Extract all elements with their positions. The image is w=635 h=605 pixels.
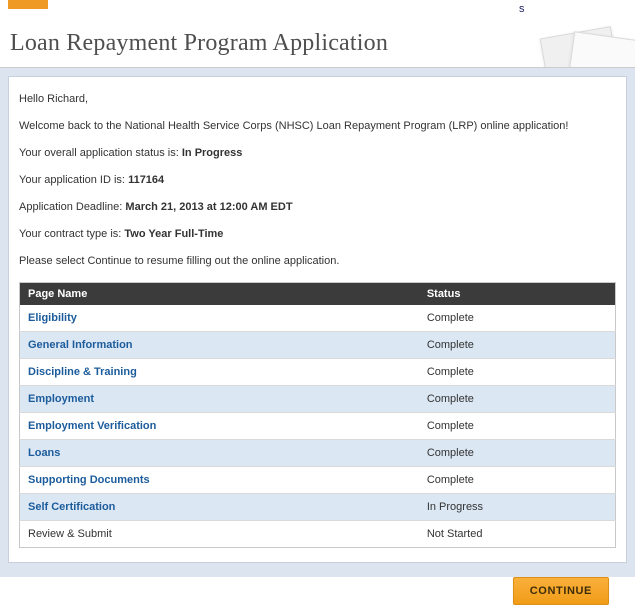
status-cell: Complete [419,440,616,467]
table-row: Review & Submit Not Started [20,521,616,548]
column-header-status: Status [419,283,616,306]
application-pages-table: Page Name Status Eligibility Complete Ge… [19,282,616,548]
page-label-review-submit: Review & Submit [28,528,112,540]
deadline-line: Application Deadline: March 21, 2013 at … [19,201,616,213]
top-left-accent-bar [8,0,48,9]
deadline-value: March 21, 2013 at 12:00 AM EDT [125,201,292,213]
application-id-label: Your application ID is: [19,174,125,186]
page-link-discipline-training[interactable]: Discipline & Training [28,366,137,378]
application-panel: Hello Richard, Welcome back to the Natio… [8,76,627,563]
greeting-text: Hello Richard, [19,93,616,105]
status-cell: Complete [419,305,616,332]
content-background: Hello Richard, Welcome back to the Natio… [0,68,635,577]
contract-type-value: Two Year Full-Time [124,228,223,240]
status-cell: Complete [419,386,616,413]
page-link-self-certification[interactable]: Self Certification [28,501,115,513]
contract-type-line: Your contract type is: Two Year Full-Tim… [19,228,616,240]
page-link-loans[interactable]: Loans [28,447,60,459]
application-id-line: Your application ID is: 117164 [19,174,616,186]
table-row: General Information Complete [20,332,616,359]
status-value: In Progress [182,147,243,159]
table-row: Loans Complete [20,440,616,467]
page-title: Loan Repayment Program Application [10,30,388,57]
page-link-eligibility[interactable]: Eligibility [28,312,77,324]
status-label: Your overall application status is: [19,147,179,159]
status-cell: Complete [419,413,616,440]
table-header: Page Name Status [20,283,616,306]
top-text: s [519,3,525,15]
instruction-text: Please select Continue to resume filling… [19,255,616,267]
status-line: Your overall application status is: In P… [19,147,616,159]
page-link-supporting-documents[interactable]: Supporting Documents [28,474,150,486]
table-row: Discipline & Training Complete [20,359,616,386]
contract-type-label: Your contract type is: [19,228,121,240]
table-row: Supporting Documents Complete [20,467,616,494]
table-row: Employment Verification Complete [20,413,616,440]
status-cell: Complete [419,359,616,386]
status-cell: Complete [419,467,616,494]
continue-button[interactable]: CONTINUE [513,577,609,605]
status-cell: In Progress [419,494,616,521]
table-row: Employment Complete [20,386,616,413]
page-link-general-information[interactable]: General Information [28,339,133,351]
welcome-text: Welcome back to the National Health Serv… [19,120,616,132]
application-id-value: 117164 [128,174,164,186]
status-cell: Complete [419,332,616,359]
deadline-label: Application Deadline: [19,201,122,213]
table-row: Self Certification In Progress [20,494,616,521]
button-row: CONTINUE [8,563,627,605]
table-row: Eligibility Complete [20,305,616,332]
page-link-employment[interactable]: Employment [28,393,94,405]
status-cell: Not Started [419,521,616,548]
page-link-employment-verification[interactable]: Employment Verification [28,420,156,432]
column-header-page-name: Page Name [20,283,419,306]
